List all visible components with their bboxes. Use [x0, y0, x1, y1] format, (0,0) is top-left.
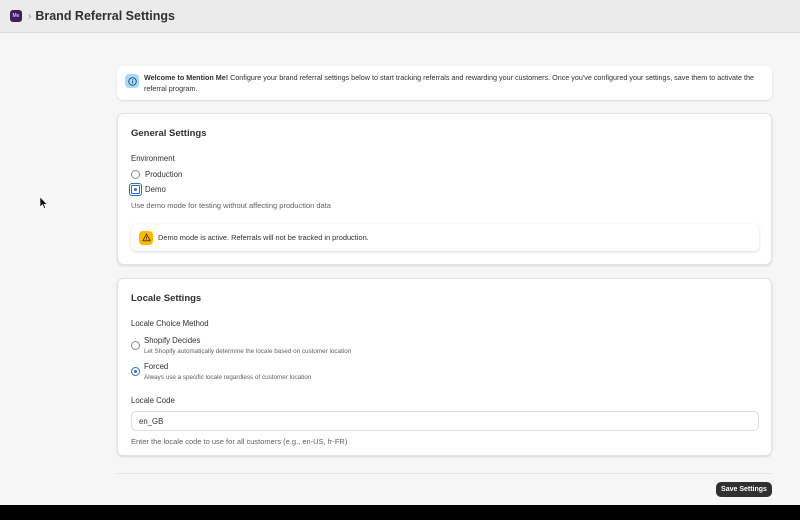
info-icon: [125, 74, 139, 88]
mouse-cursor-icon: [40, 197, 48, 209]
general-settings-title: General Settings: [131, 128, 207, 139]
environment-label: Environment: [131, 154, 175, 163]
footer-divider: [117, 473, 772, 474]
demo-warning-banner: Demo mode is active. Referrals will not …: [131, 224, 759, 251]
locale-settings-title: Locale Settings: [131, 293, 202, 304]
environment-help-text: Use demo mode for testing without affect…: [131, 201, 331, 210]
radio-production-label: Production: [145, 170, 183, 179]
page-title: Brand Referral Settings: [35, 9, 175, 23]
app-logo-text: Me: [12, 13, 20, 19]
radio-forced-label: Forced: [144, 362, 169, 371]
general-settings-card: General Settings Environment Production …: [117, 113, 772, 265]
radio-shopify-decides-control[interactable]: [131, 341, 140, 350]
radio-demo[interactable]: Demo: [129, 183, 166, 196]
shopify-decides-description: Let Shopify automatically determine the …: [144, 348, 352, 355]
app-logo-icon[interactable]: Me: [10, 10, 22, 22]
radio-forced-control[interactable]: [131, 367, 140, 376]
radio-production[interactable]: Production: [131, 170, 182, 179]
radio-demo-label: Demo: [145, 185, 166, 194]
radio-demo-control[interactable]: [129, 183, 142, 196]
radio-production-control[interactable]: [131, 170, 140, 179]
welcome-banner-body: Configure your brand referral settings b…: [144, 73, 755, 93]
welcome-banner: Welcome to Mention Me! Configure your br…: [117, 66, 772, 100]
locale-method-label: Locale Choice Method: [131, 319, 209, 328]
radio-shopify-decides-label: Shopify Decides: [144, 336, 201, 345]
save-settings-button[interactable]: Save Settings: [716, 482, 772, 497]
locale-code-help-text: Enter the locale code to use for all cus…: [131, 437, 348, 446]
locale-code-label: Locale Code: [131, 396, 175, 405]
demo-warning-text: Demo mode is active. Referrals will not …: [158, 233, 369, 242]
welcome-banner-text: Welcome to Mention Me! Configure your br…: [144, 73, 764, 93]
locale-settings-card: Locale Settings Locale Choice Method Sho…: [117, 278, 772, 456]
radio-shopify-decides[interactable]: [131, 341, 145, 350]
bottom-bar: [0, 505, 800, 520]
chevron-right-icon: ›: [28, 10, 32, 22]
top-bar: Me › Brand Referral Settings: [0, 0, 800, 33]
radio-forced[interactable]: [131, 367, 145, 376]
welcome-banner-heading: Welcome to Mention Me!: [144, 73, 229, 82]
warning-icon: [139, 230, 153, 245]
locale-code-input[interactable]: [131, 411, 759, 431]
forced-description: Always use a specific locale regardless …: [144, 374, 312, 381]
